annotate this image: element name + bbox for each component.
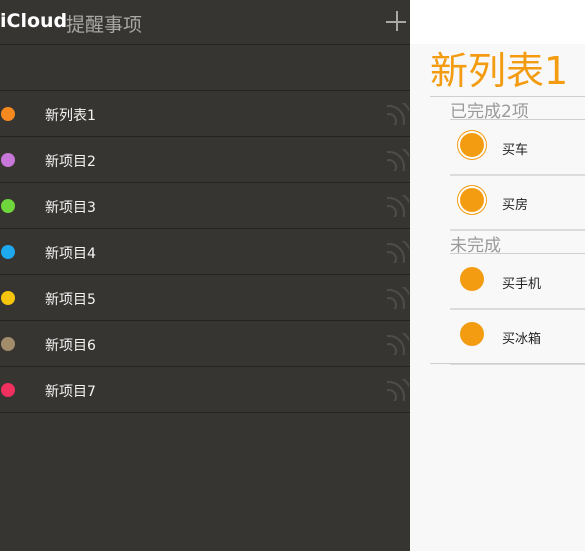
completed-check-icon[interactable] [460, 188, 484, 212]
list-item-label: 新项目3 [45, 200, 96, 216]
list-color-dot [1, 291, 15, 305]
share-feed-icon[interactable] [387, 241, 409, 263]
list-item-label: 新项目2 [45, 154, 96, 170]
list-item-label: 新项目6 [45, 338, 96, 354]
app-title: 提醒事项 [66, 14, 143, 36]
share-feed-icon[interactable] [387, 287, 409, 309]
list-item-label: 新项目7 [45, 384, 96, 400]
list-item-7[interactable]: 新项目7 [0, 367, 410, 413]
share-feed-icon[interactable] [387, 379, 409, 401]
list-item-4[interactable]: 新项目4 [0, 229, 410, 275]
share-feed-icon[interactable] [387, 103, 409, 125]
task-label: 买手机 [502, 277, 542, 292]
list-item-3[interactable]: 新项目3 [0, 183, 410, 229]
sidebar: iCloud 提醒事项 新列表1 新项目2 新项目3 新项目4 新项目5 新项目… [0, 0, 410, 551]
task-label: 买房 [502, 198, 529, 213]
list-item-2[interactable]: 新项目2 [0, 137, 410, 183]
list-bottom-divider [430, 363, 585, 364]
pending-check-icon[interactable] [460, 322, 484, 346]
list-item-label: 新项目4 [45, 246, 96, 262]
sidebar-header: iCloud 提醒事项 [0, 0, 410, 45]
list-color-dot [1, 337, 15, 351]
add-list-button[interactable] [385, 9, 409, 33]
list-color-dot [1, 383, 15, 397]
list-item-6[interactable]: 新项目6 [0, 321, 410, 367]
list-detail: 新列表1 已完成2项 买车 买房 未完成 买手机 买冰箱 [410, 44, 585, 551]
task-label: 买车 [502, 143, 529, 158]
completed-task[interactable]: 买房 [450, 175, 585, 231]
pending-check-icon[interactable] [460, 267, 484, 291]
share-feed-icon[interactable] [387, 195, 409, 217]
pending-task[interactable]: 买冰箱 [450, 309, 585, 365]
list-color-dot [1, 199, 15, 213]
task-label: 买冰箱 [502, 332, 542, 347]
share-feed-icon[interactable] [387, 149, 409, 171]
list-item-label: 新列表1 [45, 108, 96, 124]
list-color-dot [1, 107, 15, 121]
share-feed-icon[interactable] [387, 333, 409, 355]
list-item-5[interactable]: 新项目5 [0, 275, 410, 321]
list-color-dot [1, 153, 15, 167]
completed-check-icon[interactable] [460, 133, 484, 157]
reminder-lists: 新列表1 新项目2 新项目3 新项目4 新项目5 新项目6 新项目7 [0, 91, 410, 413]
list-title: 新列表1 [430, 49, 569, 93]
list-item-1[interactable]: 新列表1 [0, 91, 410, 137]
list-item-label: 新项目5 [45, 292, 96, 308]
completed-task[interactable]: 买车 [450, 120, 585, 176]
empty-row [0, 45, 410, 91]
brand-logo: iCloud [0, 10, 68, 32]
pending-task[interactable]: 买手机 [450, 254, 585, 310]
list-color-dot [1, 245, 15, 259]
